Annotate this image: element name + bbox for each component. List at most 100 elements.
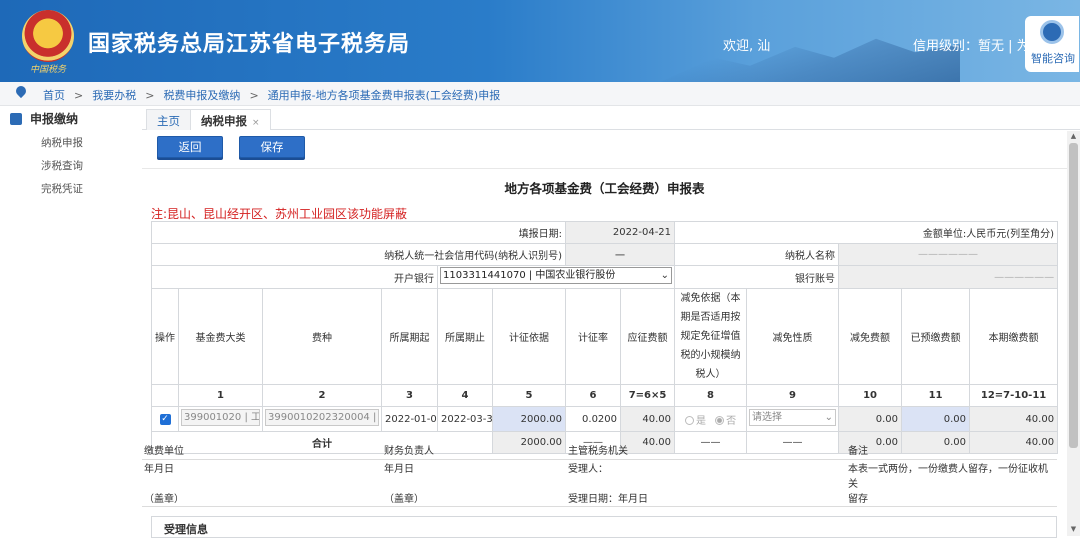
col-header-current: 本期缴费额 [969, 288, 1059, 385]
breadcrumb-home[interactable]: 首页 [43, 89, 65, 102]
exempt-nature-select-value[interactable]: 请选择 ⌄ [749, 409, 837, 426]
fee-type-select-text: 399001020232000​4 | 工 [268, 412, 379, 423]
emblem-caption: 中国税务 [29, 65, 66, 75]
remark-text: 本表一式两份，一份缴费人留存，一份征收机关 [848, 463, 1048, 490]
save-button[interactable]: 保存 [239, 136, 305, 158]
breadcrumb-separator: > [74, 89, 84, 102]
account-value: —————— [838, 265, 1059, 289]
current-amount-cell: 40.00 [969, 406, 1059, 432]
col-number: 3 [381, 384, 438, 407]
exempt-yes-radio[interactable]: 是 [684, 415, 706, 427]
scrollbar-thumb[interactable] [1069, 143, 1078, 448]
payable-cell: 40.00 [620, 406, 676, 432]
col-number: 10 [838, 384, 903, 407]
bank-select[interactable]: 1103311441070 | 中国农业银行股份 ⌄ [436, 265, 676, 289]
exempt-basis-radio-group: 是 否 [674, 406, 748, 432]
exempt-amount-cell: 0.00 [838, 406, 903, 432]
fee-type-select-value[interactable]: 399001020232000​4 | 工 ⌄ [265, 409, 379, 426]
receiver-label: 受理人： [568, 463, 608, 475]
location-pin-icon [13, 83, 29, 99]
category-select-value[interactable]: 399001020 | 工 ⌄ [181, 409, 260, 426]
remark-label: 备注 [846, 442, 1057, 460]
col-number: 12=7-10-11 [969, 384, 1059, 407]
period-start-cell: 2022-01-01 [381, 406, 438, 432]
sidebar-item-tax-declare[interactable]: 纳税申报 [41, 135, 83, 150]
finance-seal: （盖章） [382, 489, 566, 507]
row-checkbox[interactable]: ✓ [151, 406, 179, 432]
taxpayer-name-value: —————— [838, 243, 1059, 266]
bank-select-text: 1103311441070 | 中国农业银行股份 [443, 270, 616, 281]
site-title: 国家税务总局江苏省电子税务局 [88, 32, 411, 57]
prepaid-input[interactable]: 0.00 [901, 406, 971, 432]
scroll-down-icon[interactable]: ▼ [1069, 525, 1078, 534]
tab-tax-declare[interactable]: 纳税申报 × [190, 109, 271, 130]
scroll-up-icon[interactable]: ▲ [1069, 132, 1078, 141]
radio-icon [684, 415, 694, 425]
payer-label: 缴费单位 [142, 442, 382, 460]
breadcrumb-my-tax[interactable]: 我要办税 [92, 89, 136, 102]
vertical-scrollbar[interactable]: ▲ ▼ [1067, 131, 1080, 536]
rate-cell: 0.0200 [565, 406, 622, 432]
finance-label: 财务负责人 [382, 442, 566, 460]
credit-level[interactable]: 信用级别：暂无 | 为 [913, 35, 1030, 54]
breadcrumb-separator: > [145, 89, 155, 102]
form-note: 注:昆山、昆山经开区、苏州工业园区该功能屏蔽 [151, 207, 408, 221]
exempt-no-radio[interactable]: 否 [715, 415, 736, 427]
breadcrumb-declare[interactable]: 税费申报及缴纳 [163, 89, 240, 102]
col-header-period-start: 所属期起 [381, 288, 438, 385]
col-number [151, 384, 179, 407]
category-select[interactable]: 399001020 | 工 ⌄ [178, 406, 263, 432]
exempt-nature-select[interactable]: 请选择 ⌄ [746, 406, 840, 432]
col-number: 6 [565, 384, 622, 407]
basis-input[interactable]: 2000.00 [491, 406, 567, 432]
site-header: 中国税务 国家税务总局江苏省电子税务局 欢迎, 汕 信用级别：暂无 | 为 智能… [0, 0, 1080, 82]
bank-label: 开户银行 [151, 265, 438, 289]
sidebar-item-tax-receipt[interactable]: 完税凭证 [41, 181, 83, 196]
close-icon[interactable]: × [252, 118, 260, 128]
tax-emblem-icon [22, 10, 74, 62]
col-header-exempt-nature: 减免性质 [746, 288, 840, 385]
taxpayer-code-label: 纳税人统一社会信用代码(纳税人识别号) [150, 243, 567, 266]
breadcrumb-current[interactable]: 通用申报-地方各项基金费申报表(工会经费)申报 [268, 89, 501, 102]
sidebar-item-tax-query[interactable]: 涉税查询 [41, 158, 83, 173]
col-number: 7=6×5 [620, 384, 676, 407]
col-header-category: 基金费大类 [178, 288, 263, 385]
headset-icon [1040, 20, 1064, 44]
category-select-text: 399001020 | 工 [184, 412, 260, 423]
col-number: 11 [901, 384, 971, 407]
col-number: 2 [262, 384, 382, 407]
smart-help-label: 智能咨询 [1031, 52, 1075, 65]
tab-bar: 主页 纳税申报 × [142, 106, 1080, 130]
bank-select-value[interactable]: 1103311441070 | 中国农业银行股份 ⌄ [440, 267, 673, 284]
chevron-down-icon: ⌄ [660, 270, 670, 281]
tab-home[interactable]: 主页 [146, 109, 191, 130]
exempt-yes-label: 是 [695, 415, 706, 427]
tab-tax-declare-label: 纳税申报 [201, 114, 247, 128]
menu-icon [10, 113, 22, 125]
col-number: 5 [491, 384, 567, 407]
table-row: ✓ 399001020 | 工⌄ 399001020232000​4 | 工⌄ … [151, 406, 1059, 432]
fee-type-select[interactable]: 399001020232000​4 | 工 ⌄ [262, 406, 382, 432]
account-label: 银行账号 [674, 265, 840, 289]
chevron-down-icon: ⌄ [824, 412, 834, 423]
taxpayer-code-value: 一 [565, 243, 676, 266]
welcome-text: 欢迎, 汕 [723, 39, 771, 54]
authority-label: 主管税务机关 [566, 442, 846, 460]
col-header-fee-type: 费种 [262, 288, 382, 385]
check-icon: ✓ [159, 414, 171, 425]
col-header-period-end: 所属期止 [437, 288, 493, 385]
chevron-down-icon: ⌄ [368, 425, 376, 426]
fill-date-label: 填报日期: [150, 221, 567, 244]
sidebar-heading-label: 申报缴纳 [30, 112, 79, 126]
toolbar: 返回 保存 [142, 131, 1067, 169]
chevron-down-icon: ⌄ [249, 425, 257, 426]
remark-text-2: 留存 [846, 489, 1057, 507]
breadcrumb-separator: > [249, 89, 259, 102]
accept-info-section[interactable]: 受理信息 [151, 516, 1057, 538]
back-button[interactable]: 返回 [157, 136, 223, 158]
col-number: 8 [674, 384, 748, 407]
finance-date: 年月日 [384, 463, 414, 475]
sidebar-heading[interactable]: 申报缴纳 [10, 110, 78, 128]
smart-help-button[interactable]: 智能咨询 [1025, 16, 1079, 72]
exempt-nature-select-text: 请选择 [752, 412, 783, 423]
